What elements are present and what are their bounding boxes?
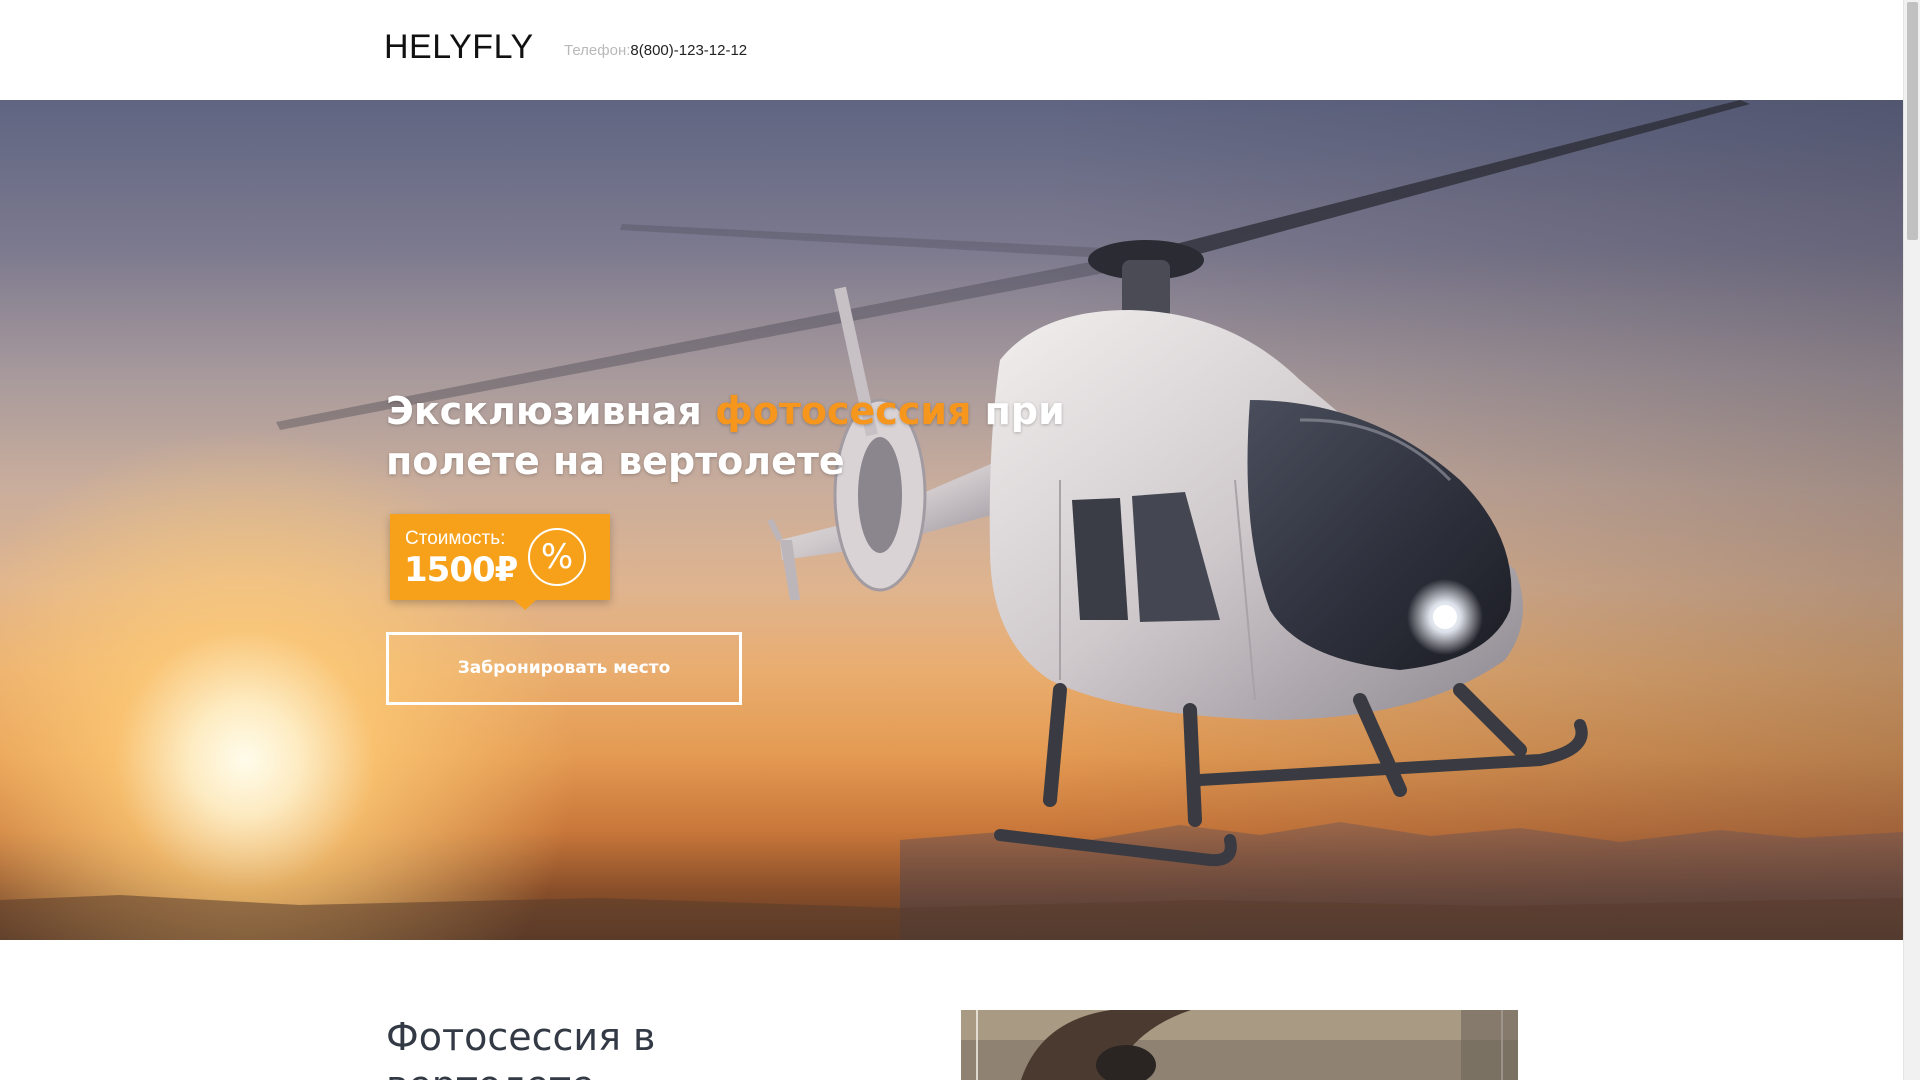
phone-label: Телефон:: [564, 42, 631, 59]
hero-title: Эксклюзивная фотосессия при полете на ве…: [386, 386, 1206, 486]
page: HELYFLY Телефон:8(800)-123-12-12 Эксклюз…: [0, 0, 1920, 1080]
scrollbar-thumb[interactable]: [1907, 2, 1918, 240]
book-seat-button[interactable]: Забронировать место: [386, 632, 742, 705]
city-photo-art: [961, 1010, 1518, 1080]
hero-title-part1: Эксклюзивная: [386, 389, 716, 433]
site-header: HELYFLY Телефон:8(800)-123-12-12: [0, 0, 1903, 100]
site-logo[interactable]: HELYFLY: [384, 28, 534, 67]
phone-number-link[interactable]: 8(800)-123-12-12: [630, 42, 747, 59]
price-value: 1500₽: [404, 550, 518, 590]
hero-section: Эксклюзивная фотосессия при полете на ве…: [0, 100, 1903, 940]
helicopter-at-sunset-image: [0, 100, 1903, 940]
person-with-headphones-over-city-photo: [961, 1010, 1518, 1080]
page-scrollbar[interactable]: [1903, 0, 1920, 1080]
hero-title-accent: фотосессия: [715, 389, 972, 433]
section-title: Фотосессия в вертолете: [386, 1015, 656, 1080]
percent-icon: %: [528, 528, 586, 586]
price-badge: Стоимость: 1500₽ %: [390, 514, 610, 610]
price-label: Стоимость:: [405, 528, 506, 549]
phone-contact: Телефон:8(800)-123-12-12: [564, 42, 747, 60]
